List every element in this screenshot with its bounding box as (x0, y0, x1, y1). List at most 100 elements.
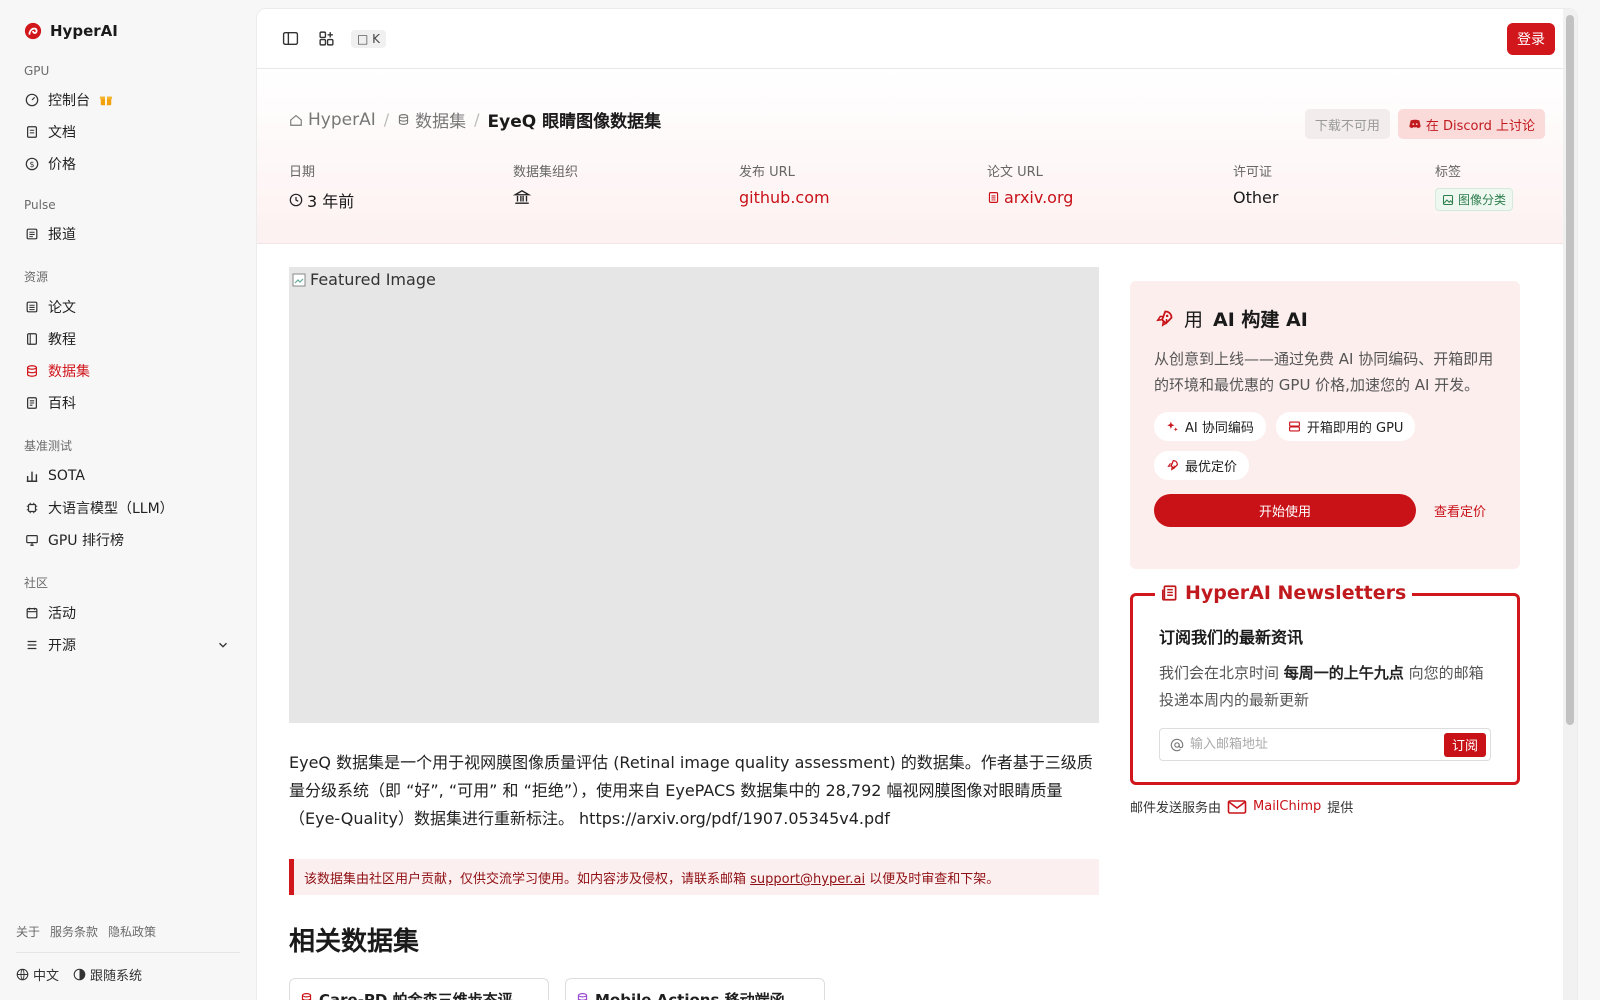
login-button[interactable]: 登录 (1507, 22, 1555, 55)
home-icon (290, 114, 302, 126)
featured-image: Featured Image (289, 267, 1099, 723)
meta-date-label: 日期 (289, 165, 316, 180)
chevron-down-icon[interactable] (216, 638, 230, 652)
page-title: EyeQ 眼睛图像数据集 (487, 112, 662, 132)
promo-title-prefix: 用 (1184, 309, 1204, 331)
related-dataset-card[interactable]: Mobile Actions 移动端函... (565, 978, 825, 1000)
discord-icon (1409, 119, 1421, 129)
encyclopedia-icon (27, 397, 37, 409)
promo-description: 从创意到上线——通过免费 AI 协同编码、开箱即用的环境和最优惠的 GPU 价格… (1154, 350, 1494, 394)
document-icon (27, 126, 37, 138)
page-scrollbar[interactable] (1563, 9, 1577, 1000)
related-dataset-title: Mobile Actions 移动端函... (595, 991, 802, 1000)
footer-link-about[interactable]: 关于 (16, 923, 40, 940)
newsletter-box: HyperAI Newsletters 订阅我们的最新资讯 我们会在北京时间 每… (1130, 582, 1520, 785)
paper-url-link[interactable]: arxiv.org (987, 188, 1073, 207)
sidebar-item-console[interactable]: 控制台 (16, 84, 239, 116)
sidebar-item-datasets[interactable]: 数据集 (16, 355, 239, 387)
feature-chip-label: 开箱即用的 GPU (1306, 421, 1404, 436)
sidebar-item-label: SOTA (48, 468, 85, 484)
newsletter-desc-before: 我们会在北京时间 (1159, 664, 1284, 682)
shortcut-key: K (372, 31, 381, 46)
brand[interactable]: HyperAI (16, 16, 239, 46)
newsletter-title: HyperAI Newsletters (1155, 582, 1413, 604)
command-shortcut[interactable]: □ K (351, 29, 387, 48)
toggle-sidebar-button[interactable] (279, 28, 301, 50)
breadcrumb-home[interactable]: HyperAI (289, 110, 376, 130)
clock-icon (289, 193, 303, 207)
meta-license: 许可证 Other (1233, 161, 1278, 207)
promo-actions: 开始使用 查看定价 (1154, 494, 1496, 527)
newsletter-description: 我们会在北京时间 每周一的上午九点 向您的邮箱投递本周内的最新更新 (1159, 660, 1491, 714)
meta-date: 日期 3 年前 (289, 161, 354, 212)
email-input[interactable] (1190, 737, 1438, 752)
release-url-link[interactable]: github.com (739, 188, 830, 207)
ai-promo-card: 用 AI 构建 AI 从创意到上线——通过免费 AI 协同编码、开箱即用的环境和… (1130, 281, 1520, 569)
breadcrumb-datasets[interactable]: 数据集 (397, 107, 466, 132)
database-icon (301, 993, 312, 1000)
theme-label: 跟随系统 (90, 969, 143, 984)
feature-chip-pricing: 最优定价 (1154, 451, 1250, 480)
scrollbar-thumb[interactable] (1566, 15, 1574, 725)
sidebar-item-label: 数据集 (48, 364, 90, 380)
globe-icon (16, 968, 29, 981)
at-sign-icon (1170, 738, 1184, 751)
dollar-circle-icon: $ (25, 157, 39, 171)
sidebar-item-label: 价格 (48, 157, 76, 173)
database-icon (27, 365, 37, 377)
mail-icon (1227, 799, 1247, 814)
sidebar-item-sota[interactable]: SOTA (16, 460, 239, 492)
apps-button[interactable] (315, 28, 337, 50)
sidebar-item-docs[interactable]: 文档 (16, 116, 239, 148)
sidebar-item-opensource[interactable]: 开源 (16, 629, 239, 661)
meta-release: 发布 URL github.com (739, 161, 830, 207)
subscribe-button[interactable]: 订阅 (1443, 732, 1486, 757)
nav-section-community: 社区 (24, 576, 49, 590)
featured-image-alt: Featured Image (291, 270, 436, 289)
sidebar-item-pricing[interactable]: $ 价格 (16, 148, 239, 180)
sidebar: HyperAI GPU 控制台 文档 $ 价格 Pulse 报道 资源 论文 教… (0, 0, 255, 1000)
mailchimp-link[interactable]: MailChimp (1253, 799, 1321, 814)
breadcrumb-separator: / (383, 110, 390, 129)
theme-switcher[interactable]: 跟随系统 (73, 965, 142, 984)
promo-features: AI 协同编码 开箱即用的 GPU 最优定价 (1154, 412, 1496, 480)
get-started-button[interactable]: 开始使用 (1154, 494, 1416, 527)
sidebar-item-label: GPU 排行榜 (48, 533, 124, 549)
breadcrumb-datasets-label: 数据集 (415, 112, 467, 132)
dataset-description: EyeQ 数据集是一个用于视网膜图像质量评估 (Retinal image qu… (289, 753, 1093, 828)
newsletter-desc-bold: 每周一的上午九点 (1283, 664, 1404, 682)
paper-icon (26, 301, 38, 313)
sidebar-item-papers[interactable]: 论文 (16, 291, 239, 323)
language-switcher[interactable]: 中文 (16, 965, 59, 984)
newspaper-icon (26, 228, 38, 240)
sidebar-toggle-icon (282, 31, 298, 46)
sidebar-item-gpu-leaderboard[interactable]: GPU 排行榜 (16, 524, 239, 556)
sidebar-item-wiki[interactable]: 百科 (16, 387, 239, 419)
sidebar-item-label: 开源 (48, 638, 76, 654)
sidebar-footer: 关于 服务条款 隐私政策 中文 跟随系统 (16, 923, 240, 1000)
meta-paper-label: 论文 URL (987, 165, 1043, 180)
sidebar-item-events[interactable]: 活动 (16, 597, 239, 629)
language-label: 中文 (33, 969, 60, 984)
breadcrumb-separator: / (474, 110, 480, 129)
list-icon (27, 640, 37, 650)
header-actions: 下载不可用 在 Discord 上讨论 (1304, 109, 1545, 139)
sidebar-item-tutorials[interactable]: 教程 (16, 323, 239, 355)
footer-link-terms[interactable]: 服务条款 (50, 923, 98, 940)
sidebar-item-llm[interactable]: 大语言模型（LLM） (16, 492, 239, 524)
meta-license-value: Other (1233, 188, 1279, 207)
server-icon (1288, 421, 1300, 432)
view-pricing-link[interactable]: 查看定价 (1434, 501, 1486, 520)
sidebar-item-reports[interactable]: 报道 (16, 218, 239, 250)
support-email-link[interactable]: support@hyper.ai (750, 872, 865, 887)
nav-section-gpu: GPU (24, 64, 50, 78)
tag-image-classification[interactable]: 图像分类 (1435, 188, 1514, 211)
discord-button[interactable]: 在 Discord 上讨论 (1397, 109, 1545, 139)
gift-icon (99, 96, 113, 106)
footer-link-privacy[interactable]: 隐私政策 (108, 923, 156, 940)
chip-icon (26, 502, 38, 514)
related-dataset-title: Care-PD 帕金森三维步态评... (319, 991, 530, 1000)
related-dataset-card[interactable]: Care-PD 帕金森三维步态评... (289, 978, 549, 1000)
credit-text-after: 提供 (1327, 801, 1354, 816)
download-button[interactable]: 下载不可用 (1304, 109, 1390, 139)
